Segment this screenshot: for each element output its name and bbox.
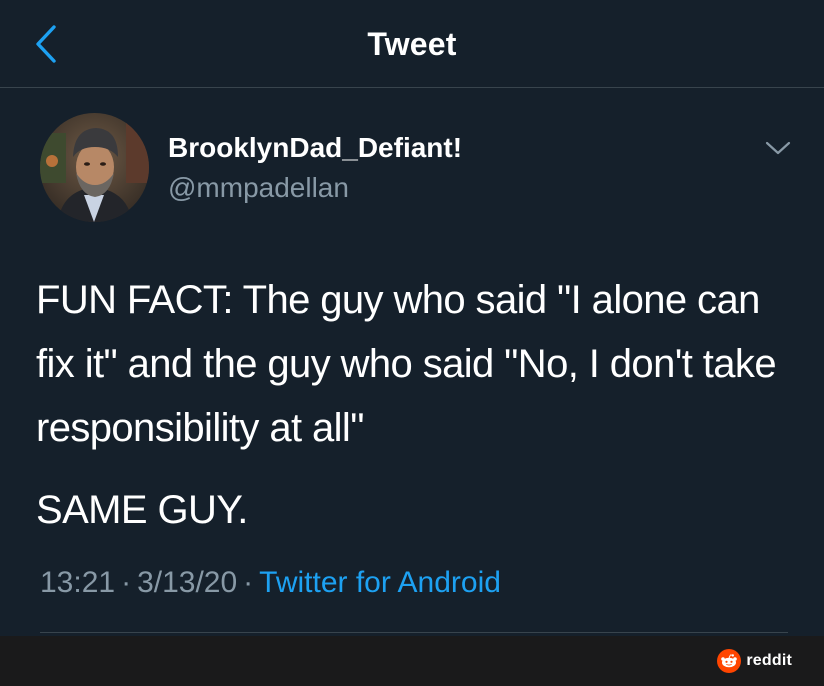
tweet-options-button[interactable] — [762, 136, 794, 160]
tweet-source-link[interactable]: Twitter for Android — [259, 566, 501, 599]
top-bar: Tweet — [0, 0, 824, 88]
chevron-down-icon — [765, 141, 791, 155]
separator: · — [121, 566, 132, 599]
reddit-wordmark: reddit — [746, 652, 792, 669]
tweet-date: 3/13/20 — [137, 566, 238, 599]
tweet-screen: Tweet BrooklynDad_Defiant! @mmpadellan F… — [0, 0, 824, 686]
tweet-text: FUN FACT: The guy who said "I alone can … — [36, 278, 777, 450]
author-handle[interactable]: @mmpadellan — [168, 172, 349, 204]
reddit-watermark: reddit — [717, 649, 792, 673]
page-title: Tweet — [367, 26, 457, 62]
avatar[interactable] — [40, 113, 149, 222]
tweet-detail: BrooklynDad_Defiant! @mmpadellan FUN FAC… — [0, 88, 824, 636]
divider — [40, 632, 788, 633]
tweet-text-emphasis: SAME GUY. — [36, 488, 248, 532]
avatar-image — [40, 113, 149, 222]
author-name[interactable]: BrooklynDad_Defiant! — [168, 132, 462, 164]
separator: · — [243, 566, 254, 599]
tweet-time: 13:21 — [40, 566, 116, 599]
reddit-logo-icon — [717, 649, 742, 673]
reddit-watermark-bar: reddit — [0, 636, 824, 686]
tweet-metadata: 13:21 · 3/13/20 · Twitter for Android — [40, 566, 501, 600]
